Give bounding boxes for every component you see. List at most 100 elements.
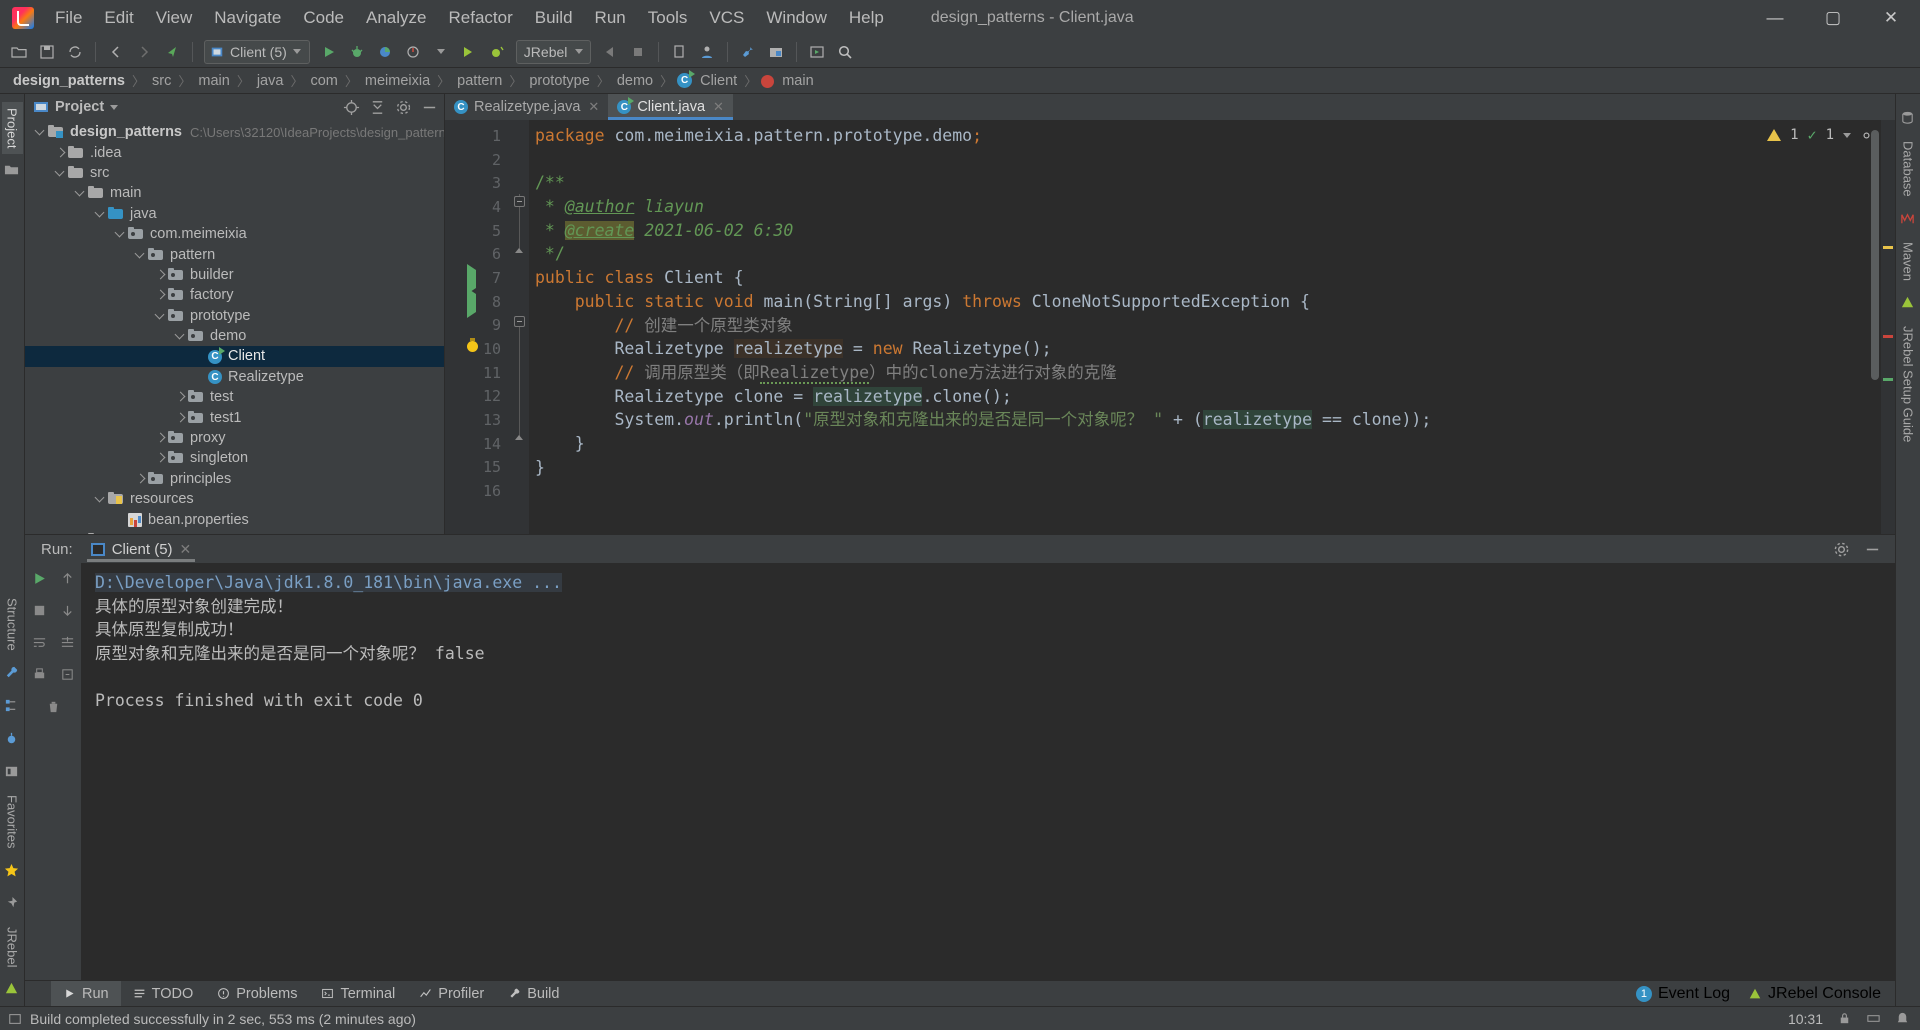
gutter-line-4[interactable]: 4 [445, 195, 511, 219]
tree-node-com-meimeixia[interactable]: com.meimeixia [25, 224, 444, 244]
project-tree[interactable]: design_patterns C:\Users\32120\IdeaProjec… [25, 120, 444, 534]
export-icon[interactable] [58, 665, 76, 683]
tree-node-resources[interactable]: resources [25, 489, 444, 509]
sidebar-item-favorites[interactable]: Favorites [2, 789, 23, 854]
menu-item-analyze[interactable]: Analyze [355, 4, 437, 32]
menu-item-help[interactable]: Help [838, 4, 895, 32]
sync-icon[interactable] [62, 39, 88, 65]
chevron-down-icon[interactable] [155, 310, 167, 322]
jrebel-logo-icon[interactable] [4, 981, 21, 998]
code-content[interactable]: 1 ✓ 1 package com.meimeixia.pattern.prot… [529, 120, 1895, 534]
chevron-down-icon[interactable] [135, 249, 147, 261]
profile-dropdown-icon[interactable] [428, 39, 454, 65]
update-app-icon[interactable] [597, 39, 623, 65]
code-line-13[interactable]: System.out.println("原型对象和克隆出来的是否是同一个对象呢？… [529, 408, 1895, 432]
debug-button[interactable] [344, 39, 370, 65]
editor-vertical-scrollbar[interactable] [1871, 130, 1879, 380]
jrebel-selector[interactable]: JRebel [515, 39, 592, 64]
menu-item-code[interactable]: Code [292, 4, 355, 32]
run-anything-icon[interactable] [804, 39, 830, 65]
jrebel-run-icon[interactable] [456, 39, 482, 65]
project-structure-icon[interactable] [763, 39, 789, 65]
pin-icon[interactable] [4, 896, 21, 913]
tree-node--idea[interactable]: .idea [25, 142, 444, 162]
inspection-widget[interactable]: 1 ✓ 1 [1767, 126, 1873, 144]
tree-node-factory[interactable]: factory [25, 285, 444, 305]
gutter-line-9[interactable]: 9 [445, 314, 511, 338]
menu-item-run[interactable]: Run [584, 4, 637, 32]
tool-window-button-profiler[interactable]: Profiler [407, 981, 496, 1007]
gutter-line-16[interactable]: 16 [445, 479, 511, 503]
menu-item-refactor[interactable]: Refactor [437, 4, 523, 32]
jrebel-debug-icon[interactable] [484, 39, 510, 65]
breadcrumb-item-prototype[interactable]: prototype [526, 73, 592, 89]
chevron-right-icon[interactable] [55, 147, 67, 159]
error-stripe-scrollbar[interactable] [1881, 120, 1895, 534]
notifications-icon[interactable] [1895, 1011, 1910, 1026]
code-line-3[interactable]: /** [529, 171, 1895, 195]
maximize-button[interactable]: ▢ [1804, 0, 1862, 36]
hide-panel-icon[interactable] [1864, 541, 1881, 558]
menu-item-build[interactable]: Build [524, 4, 584, 32]
tree-node-test[interactable]: test [25, 530, 444, 534]
tool-window-button-problems[interactable]: Problems [205, 981, 309, 1007]
menu-item-edit[interactable]: Edit [93, 4, 144, 32]
tree-node-proxy[interactable]: proxy [25, 428, 444, 448]
breadcrumb-item-meimeixia[interactable]: meimeixia [362, 73, 433, 89]
menu-item-view[interactable]: View [145, 4, 204, 32]
breadcrumb-item-main[interactable]: main [779, 73, 816, 89]
hide-panel-icon[interactable] [420, 98, 438, 116]
run-configuration-selector[interactable]: Client (5) [204, 39, 310, 64]
stop-icon[interactable] [30, 601, 48, 619]
breadcrumb-item-demo[interactable]: demo [614, 73, 656, 89]
breadcrumb-item-design-patterns[interactable]: design_patterns [10, 73, 128, 89]
code-line-12[interactable]: Realizetype clone = realizetype.clone(); [529, 385, 1895, 409]
tool-window-button-todo[interactable]: TODO [121, 981, 206, 1007]
profile-button[interactable] [400, 39, 426, 65]
code-line-8[interactable]: public static void main(String[] args) t… [529, 290, 1895, 314]
soft-wrap-icon[interactable] [30, 633, 48, 651]
chevron-right-icon[interactable] [175, 412, 187, 424]
lock-icon[interactable] [1837, 1011, 1852, 1026]
run-coverage-button[interactable] [372, 39, 398, 65]
gutter-line-15[interactable]: 15 [445, 456, 511, 480]
close-button[interactable]: ✕ [1862, 0, 1920, 36]
gutter-line-6[interactable]: 6 [445, 242, 511, 266]
chevron-down-icon[interactable] [115, 228, 127, 240]
sidebar-item-database[interactable]: Database [1898, 135, 1919, 203]
stripe-error-marker[interactable] [1883, 335, 1893, 338]
chevron-right-icon[interactable] [155, 432, 167, 444]
code-line-14[interactable]: } [529, 432, 1895, 456]
vcs-update-icon[interactable] [666, 39, 692, 65]
minimize-button[interactable]: — [1746, 0, 1804, 36]
sidebar-item-project[interactable]: Project [1, 102, 23, 155]
chevron-down-icon[interactable] [110, 104, 119, 110]
code-line-2[interactable] [529, 148, 1895, 172]
breadcrumb-item-main[interactable]: main [195, 73, 232, 89]
code-line-5[interactable]: * @create 2021-06-02 6:30 [529, 219, 1895, 243]
tree-node-bean-properties[interactable]: bean.properties [25, 509, 444, 529]
code-line-10[interactable]: Realizetype realizetype = new Realizetyp… [529, 337, 1895, 361]
gutter-line-7[interactable]: 7 [445, 264, 511, 295]
gutter-line-1[interactable]: 1 [445, 124, 511, 148]
code-line-1[interactable]: package com.meimeixia.pattern.prototype.… [529, 124, 1895, 148]
chevron-right-icon[interactable] [155, 452, 167, 464]
tool-window-button-run[interactable]: Run [51, 980, 121, 1007]
prev-occurrence-icon[interactable] [58, 569, 76, 587]
code-folding-strip[interactable] [511, 120, 529, 534]
code-line-9[interactable]: // 创建一个原型类对象 [529, 314, 1895, 338]
close-icon[interactable]: ✕ [713, 99, 724, 115]
menu-item-tools[interactable]: Tools [637, 4, 699, 32]
editor-tab-realizetype-java[interactable]: C Realizetype.java ✕ [445, 94, 608, 120]
project-folder-icon[interactable] [4, 162, 21, 179]
tree-node-demo[interactable]: demo [25, 326, 444, 346]
menu-item-file[interactable]: File [44, 4, 93, 32]
sidebar-item-structure[interactable]: Structure [2, 592, 23, 657]
chevron-right-icon[interactable] [175, 391, 187, 403]
last-edit-location-icon[interactable] [159, 39, 185, 65]
run-tab-client[interactable]: Client (5) ✕ [83, 535, 200, 563]
gutter-line-14[interactable]: 14 [445, 432, 511, 456]
chevron-right-icon[interactable] [155, 269, 167, 281]
code-line-7[interactable]: public class Client { [529, 266, 1895, 290]
code-line-6[interactable]: */ [529, 242, 1895, 266]
